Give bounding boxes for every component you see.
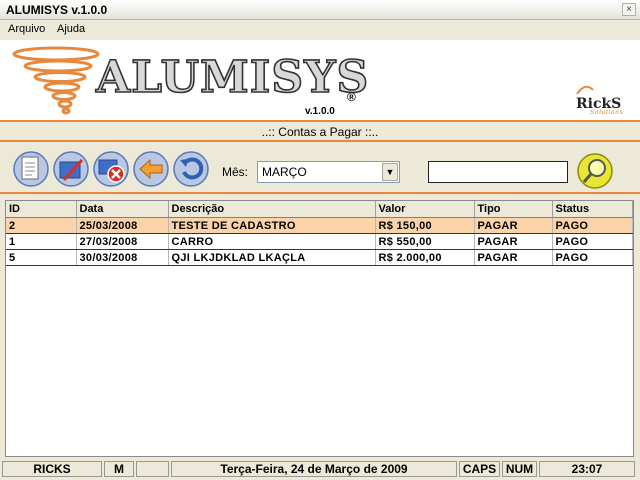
status-date: Terça-Feira, 24 de Março de 2009 — [171, 461, 457, 477]
delete-icon[interactable] — [92, 150, 130, 188]
back-arrow-icon[interactable] — [132, 150, 170, 188]
edit-icon[interactable] — [52, 150, 90, 188]
table-row[interactable]: 5 30/03/2008 QJI LKJDKLAD LKAÇLA R$ 2.00… — [6, 249, 633, 266]
month-label: Mês: — [222, 165, 249, 179]
menu-ajuda[interactable]: Ajuda — [57, 23, 85, 35]
month-select-value: MARÇO — [262, 165, 307, 179]
cell-description: QJI LKJDKLAD LKAÇLA — [168, 249, 376, 266]
new-document-icon[interactable] — [12, 150, 50, 188]
magnifier-icon[interactable] — [576, 152, 614, 190]
column-header-status[interactable]: Status — [552, 201, 633, 218]
cell-id: 2 — [6, 217, 77, 234]
column-header-data[interactable]: Data — [76, 201, 169, 218]
cell-id: 5 — [6, 249, 77, 266]
cell-id: 1 — [6, 233, 77, 250]
status-time: 23:07 — [539, 461, 635, 477]
column-header-valor[interactable]: Valor — [375, 201, 475, 218]
cell-type: PAGAR — [474, 249, 553, 266]
status-flag: M — [104, 461, 134, 477]
cell-date: 27/03/2008 — [76, 233, 169, 250]
month-select[interactable]: MARÇO ▼ — [257, 161, 400, 183]
close-button[interactable]: × — [622, 3, 636, 16]
cell-value: R$ 550,00 — [375, 233, 475, 250]
cell-description: TESTE DE CADASTRO — [168, 217, 376, 234]
cell-status: PAGO — [552, 217, 633, 234]
toolbar-divider — [0, 192, 640, 194]
cell-value: R$ 2.000,00 — [375, 249, 475, 266]
cell-status: PAGO — [552, 249, 633, 266]
undo-icon[interactable] — [172, 150, 210, 188]
version-label: v.1.0.0 — [305, 106, 335, 117]
status-num: NUM — [502, 461, 537, 477]
cell-description: CARRO — [168, 233, 376, 250]
brand-logo-text: ALUMISYS — [95, 51, 370, 104]
search-input[interactable] — [428, 161, 568, 183]
status-caps: CAPS — [459, 461, 500, 477]
section-header: ..:: Contas a Pagar ::.. — [0, 120, 640, 142]
title-bar: ALUMISYS v.1.0.0 × — [0, 0, 640, 20]
status-bar: RICKS M Terça-Feira, 24 de Março de 2009… — [0, 459, 640, 480]
cell-date: 30/03/2008 — [76, 249, 169, 266]
section-title: ..:: Contas a Pagar ::.. — [261, 125, 379, 139]
chevron-down-icon[interactable]: ▼ — [382, 163, 398, 181]
menu-arquivo[interactable]: Arquivo — [8, 23, 45, 35]
cell-value: R$ 150,00 — [375, 217, 475, 234]
window-title: ALUMISYS v.1.0.0 — [6, 3, 108, 17]
tornado-logo-icon — [12, 46, 100, 115]
column-header-tipo[interactable]: Tipo — [474, 201, 553, 218]
menu-bar: Arquivo Ajuda — [0, 20, 640, 40]
column-header-descricao[interactable]: Descrição — [168, 201, 376, 218]
column-header-id[interactable]: ID — [6, 201, 77, 218]
cell-type: PAGAR — [474, 217, 553, 234]
grid-header-row: ID Data Descrição Valor Tipo Status — [6, 201, 633, 218]
accounts-grid[interactable]: ID Data Descrição Valor Tipo Status 2 25… — [5, 200, 634, 457]
status-user: RICKS — [2, 461, 102, 477]
table-row[interactable]: 1 27/03/2008 CARRO R$ 550,00 PAGAR PAGO — [6, 233, 633, 250]
company-subtitle: Solutions — [590, 110, 624, 116]
registered-mark: ® — [347, 90, 356, 104]
cell-status: PAGO — [552, 233, 633, 250]
cell-type: PAGAR — [474, 233, 553, 250]
ricks-swoosh-icon — [576, 85, 594, 95]
table-row[interactable]: 2 25/03/2008 TESTE DE CADASTRO R$ 150,00… — [6, 217, 633, 234]
status-empty — [136, 461, 169, 477]
cell-date: 25/03/2008 — [76, 217, 169, 234]
